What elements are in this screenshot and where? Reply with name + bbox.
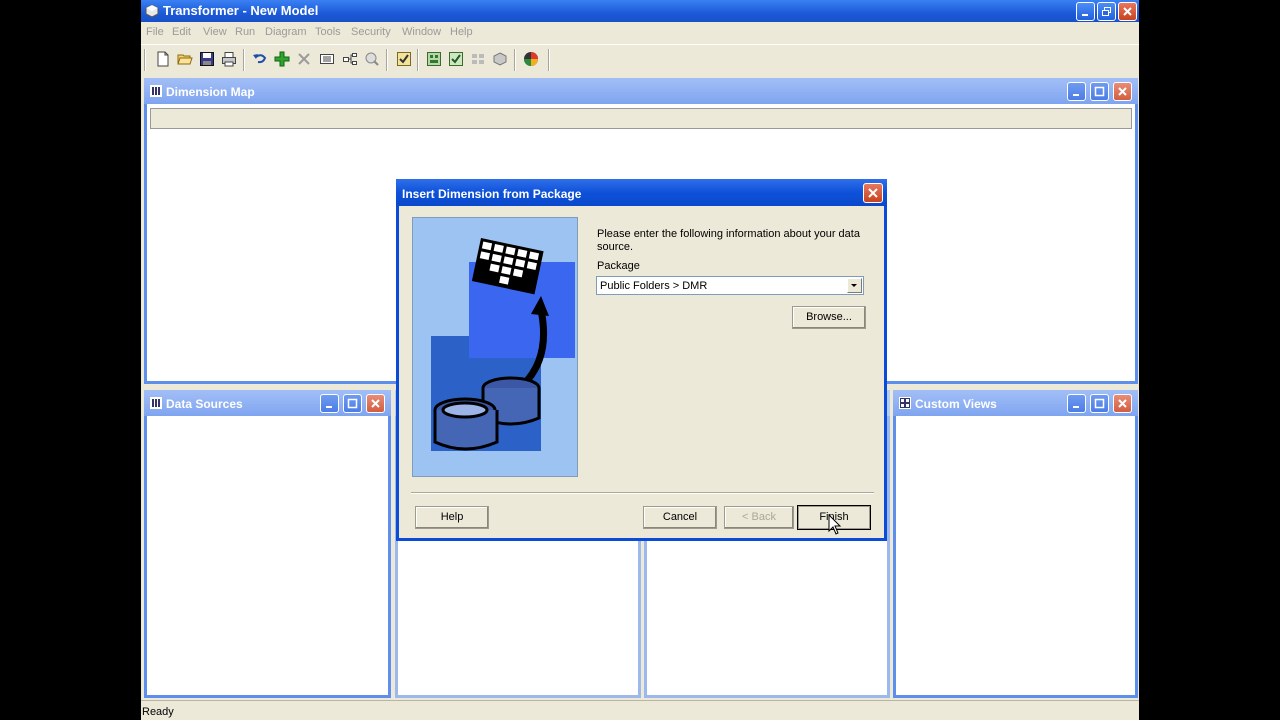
close-icon	[371, 399, 380, 408]
explore-icon[interactable]	[364, 51, 380, 67]
wizard-illustration	[412, 217, 578, 477]
data-sources-close-button[interactable]	[366, 394, 385, 413]
status-bar: Ready	[141, 700, 1139, 720]
data-sources-window: Data Sources	[144, 390, 391, 698]
cube-viewer-icon[interactable]	[492, 51, 508, 67]
close-icon	[1123, 7, 1132, 16]
package-dropdown[interactable]: Public Folders > DMR	[596, 276, 864, 295]
dimension-map-maximize-button[interactable]	[1090, 82, 1109, 101]
mouse-cursor-icon	[828, 514, 842, 535]
delete-icon[interactable]	[296, 51, 312, 67]
views-icon	[899, 397, 911, 409]
package-dropdown-value: Public Folders > DMR	[600, 280, 708, 292]
close-icon	[1118, 399, 1127, 408]
maximize-icon	[1094, 86, 1105, 97]
toolbar-separator	[386, 49, 388, 71]
transformer-app-icon	[145, 4, 159, 18]
menu-tools[interactable]: Tools	[315, 26, 341, 38]
grid-icon	[150, 85, 162, 97]
cube-icon[interactable]	[470, 51, 486, 67]
data-sources-title: Data Sources	[166, 397, 243, 411]
properties-icon[interactable]	[319, 51, 335, 67]
menu-window[interactable]: Window	[402, 26, 441, 38]
restore-icon	[1102, 7, 1111, 16]
minimize-button[interactable]	[1076, 2, 1095, 21]
undo-icon[interactable]	[252, 51, 268, 67]
cancel-button[interactable]: Cancel	[643, 506, 717, 529]
dialog-title: Insert Dimension from Package	[402, 187, 582, 201]
close-icon	[868, 188, 878, 198]
dialog-prompt-text: Please enter the following information a…	[597, 228, 860, 253]
browse-button[interactable]: Browse...	[792, 306, 866, 329]
toolbar-separator	[144, 49, 146, 71]
data-sources-maximize-button[interactable]	[343, 394, 362, 413]
menu-edit[interactable]: Edit	[172, 26, 191, 38]
dialog-divider	[411, 492, 874, 494]
toolbar	[141, 44, 1139, 76]
dimension-map-close-button[interactable]	[1113, 82, 1132, 101]
print-icon[interactable]	[221, 51, 237, 67]
menu-diagram[interactable]: Diagram	[265, 26, 307, 38]
maximize-icon	[347, 398, 358, 409]
menu-run[interactable]: Run	[235, 26, 255, 38]
verify-icon[interactable]	[448, 51, 464, 67]
package-label: Package	[597, 260, 640, 272]
diagram-icon[interactable]	[342, 51, 358, 67]
package-to-dimension-illustration	[431, 237, 575, 451]
custom-views-maximize-button[interactable]	[1090, 394, 1109, 413]
open-icon[interactable]	[177, 51, 193, 67]
close-window-button[interactable]	[1118, 2, 1137, 21]
menu-help[interactable]: Help	[450, 26, 473, 38]
generate-cubes-icon[interactable]	[426, 51, 442, 67]
menu-bar: File Edit View Run Diagram Tools Securit…	[141, 23, 1139, 41]
toolbar-separator	[514, 49, 516, 71]
back-button[interactable]: < Back	[724, 506, 794, 529]
custom-views-title: Custom Views	[915, 397, 997, 411]
custom-views-minimize-button[interactable]	[1067, 394, 1086, 413]
save-icon[interactable]	[199, 51, 215, 67]
window-titlebar[interactable]: Transformer - New Model	[141, 0, 1139, 22]
minimize-icon	[1082, 14, 1088, 16]
chevron-down-icon	[851, 284, 857, 287]
status-text: Ready	[142, 706, 174, 718]
grid-icon	[150, 397, 162, 409]
dimension-map-titlebar[interactable]: Dimension Map	[144, 78, 1138, 104]
minimize-icon	[1073, 94, 1079, 96]
add-icon[interactable]	[274, 51, 290, 67]
data-sources-minimize-button[interactable]	[320, 394, 339, 413]
close-icon	[1118, 87, 1127, 96]
check-model-icon[interactable]	[396, 51, 412, 67]
insert-dimension-dialog: Insert Dimension from Package Please ent…	[396, 179, 887, 541]
menu-file[interactable]: File	[146, 26, 164, 38]
new-icon[interactable]	[155, 51, 171, 67]
minimize-icon	[1073, 406, 1079, 408]
dialog-titlebar[interactable]: Insert Dimension from Package	[396, 179, 887, 206]
restore-button[interactable]	[1097, 2, 1116, 21]
dimension-map-minimize-button[interactable]	[1067, 82, 1086, 101]
cognos-icon[interactable]	[523, 51, 539, 67]
dimension-header-row	[150, 108, 1132, 129]
menu-view[interactable]: View	[203, 26, 227, 38]
toolbar-separator	[417, 49, 419, 71]
help-button[interactable]: Help	[415, 506, 489, 529]
toolbar-separator	[548, 49, 550, 71]
custom-views-window: Custom Views	[893, 390, 1138, 698]
dialog-close-button[interactable]	[863, 183, 883, 203]
dropdown-arrow-button[interactable]	[847, 278, 862, 293]
window-title: Transformer - New Model	[163, 3, 319, 18]
custom-views-titlebar[interactable]: Custom Views	[893, 390, 1138, 416]
menu-security[interactable]: Security	[351, 26, 391, 38]
data-sources-titlebar[interactable]: Data Sources	[144, 390, 391, 416]
minimize-icon	[326, 406, 332, 408]
dimension-map-title: Dimension Map	[166, 85, 255, 99]
toolbar-separator	[243, 49, 245, 71]
custom-views-close-button[interactable]	[1113, 394, 1132, 413]
maximize-icon	[1094, 398, 1105, 409]
